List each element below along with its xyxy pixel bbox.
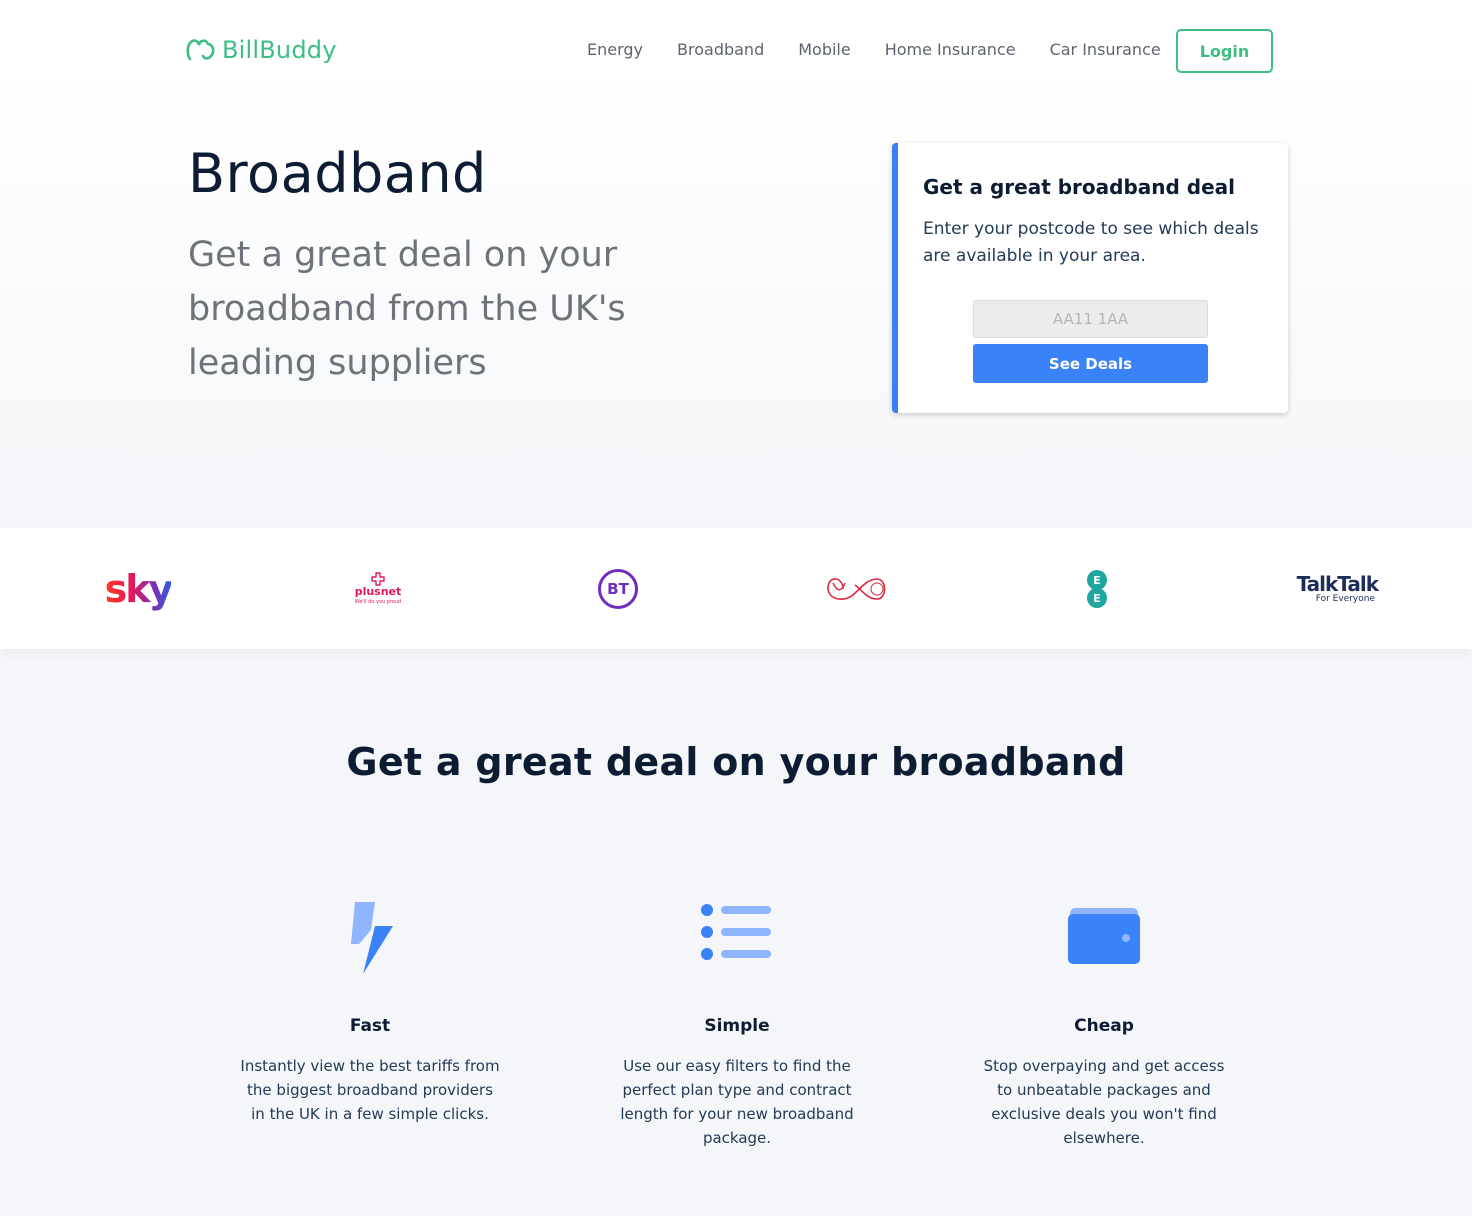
nav-energy[interactable]: Energy xyxy=(587,40,643,60)
virgin-media-icon xyxy=(827,577,886,600)
main-nav: Energy Broadband Mobile Home Insurance C… xyxy=(587,40,1161,60)
billbuddy-logo-icon xyxy=(186,39,215,61)
sky-logo-text: sky xyxy=(104,566,174,611)
svg-text:E: E xyxy=(1093,574,1101,587)
lightning-icon xyxy=(351,902,393,974)
feature-fast: Fast Instantly view the best tariffs fro… xyxy=(240,900,500,1126)
nav-broadband[interactable]: Broadband xyxy=(677,40,764,60)
page-title: Broadband xyxy=(188,142,487,205)
hero-subtitle: Get a great deal on your broadband from … xyxy=(188,235,626,383)
svg-text:E: E xyxy=(1093,592,1101,605)
login-button[interactable]: Login xyxy=(1176,29,1273,73)
talktalk-name: TalkTalk xyxy=(1296,571,1379,596)
billbuddy-logo[interactable]: BillBuddy xyxy=(186,34,337,66)
brand-name: BillBuddy xyxy=(222,36,337,64)
ee-logo-icon: E E xyxy=(1087,569,1107,608)
virgin-media-logo xyxy=(825,528,889,649)
list-icon xyxy=(701,904,771,960)
postcode-card: Get a great broadband deal Enter your po… xyxy=(892,143,1288,413)
see-deals-button[interactable]: See Deals xyxy=(973,344,1208,383)
postcode-input[interactable] xyxy=(973,300,1208,338)
nav-home-insurance[interactable]: Home Insurance xyxy=(885,40,1016,60)
plusnet-cross-icon xyxy=(371,571,385,586)
plusnet-logo: plusnet We'll do you proud xyxy=(350,528,406,649)
feature-simple-text: Use our easy filters to find the perfect… xyxy=(620,1057,854,1147)
feature-simple-title: Simple xyxy=(704,1016,770,1036)
provider-logo-strip: sky plusnet We'll do you proud BT E E Ta… xyxy=(0,528,1472,649)
nav-mobile[interactable]: Mobile xyxy=(798,40,850,60)
talktalk-tagline: For Everyone xyxy=(1315,593,1375,604)
plusnet-tagline: We'll do you proud xyxy=(354,598,402,605)
sky-logo: sky xyxy=(100,528,176,649)
nav-car-insurance[interactable]: Car Insurance xyxy=(1050,40,1161,60)
feature-fast-title: Fast xyxy=(349,1016,391,1036)
bt-circle: BT xyxy=(598,568,638,609)
wallet-icon xyxy=(1068,908,1140,964)
ee-logo: E E xyxy=(1085,528,1109,649)
feature-cheap-text: Stop overpaying and get access to unbeat… xyxy=(983,1057,1225,1147)
card-description: Enter your postcode to see which deals a… xyxy=(923,219,1259,266)
bt-text: BT xyxy=(607,579,629,598)
plusnet-name: plusnet xyxy=(354,584,402,598)
feature-cheap-title: Cheap xyxy=(1074,1016,1134,1036)
bt-logo: BT xyxy=(597,528,639,649)
talktalk-logo: TalkTalk For Everyone xyxy=(1296,528,1379,649)
card-title: Get a great broadband deal xyxy=(923,175,1236,199)
feature-cheap: Cheap Stop overpaying and get access to … xyxy=(974,900,1234,1150)
feature-simple: Simple Use our easy filters to find the … xyxy=(607,900,867,1150)
features-heading: Get a great deal on your broadband xyxy=(346,740,1126,784)
feature-fast-text: Instantly view the best tariffs from the… xyxy=(240,1057,500,1123)
